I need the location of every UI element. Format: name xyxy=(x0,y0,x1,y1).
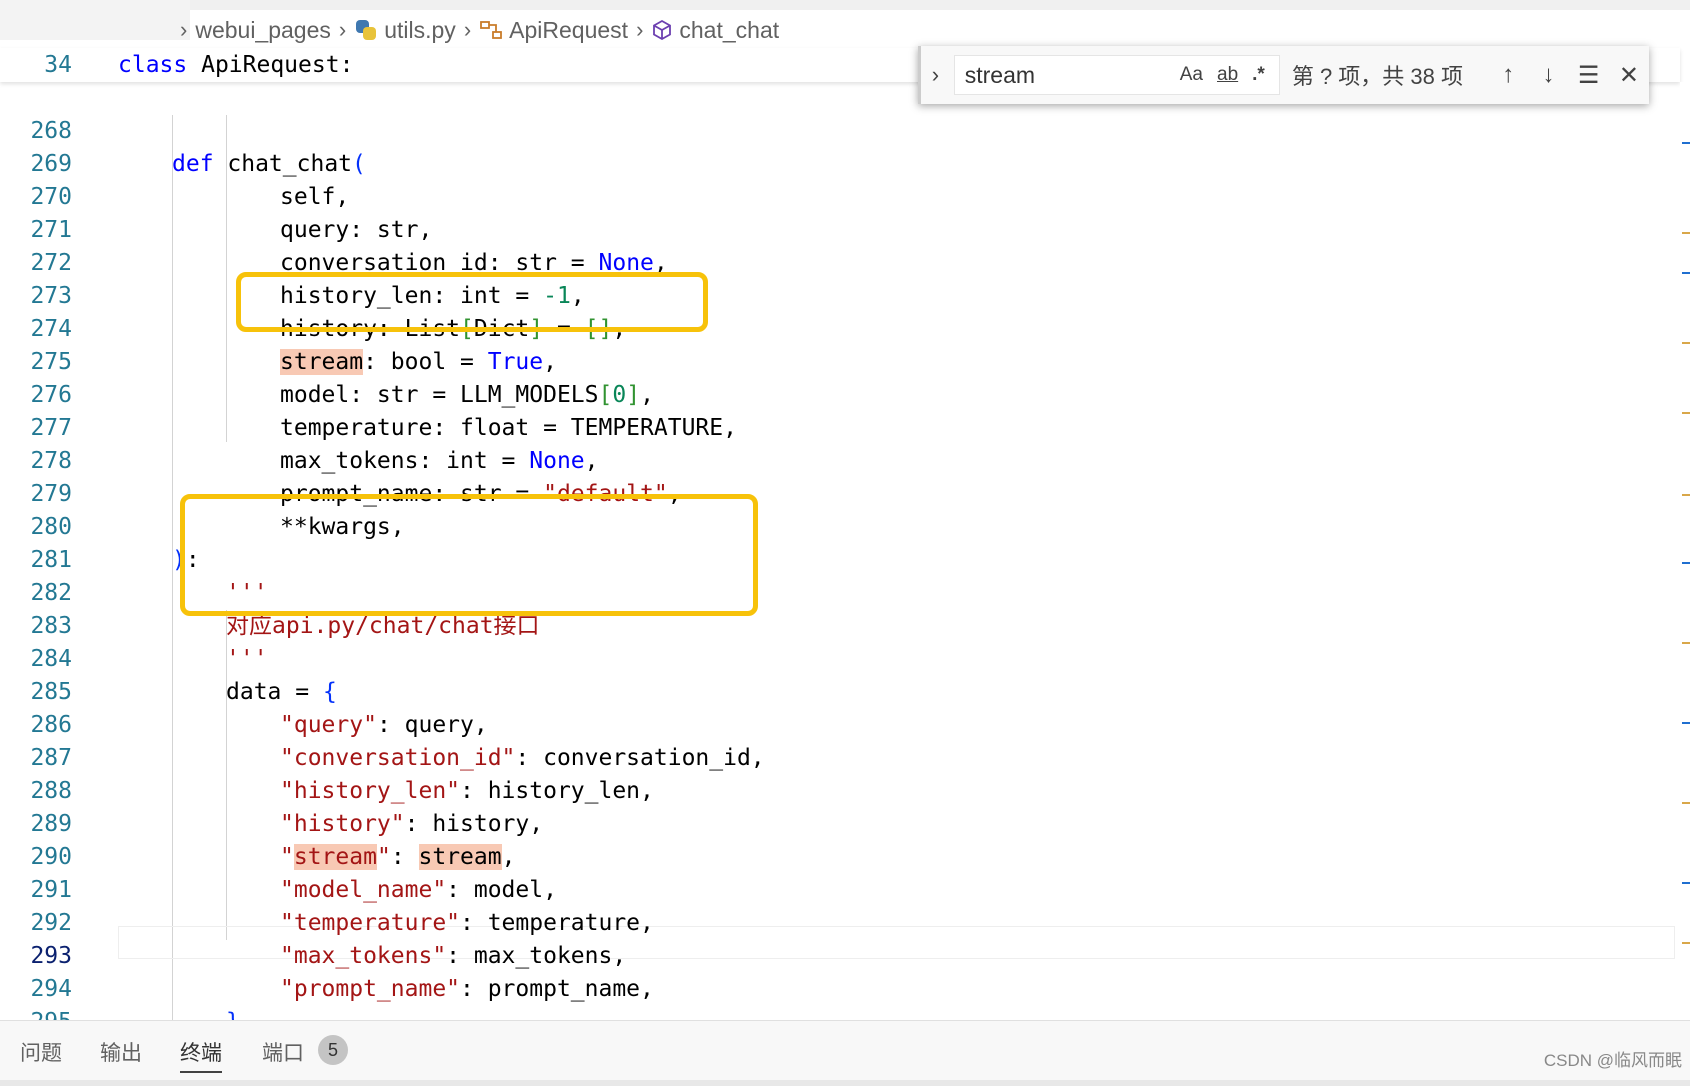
breadcrumb-class[interactable]: ApiRequest xyxy=(479,17,628,44)
code-line[interactable]: 278 prompt_name: str = "default", xyxy=(0,412,1680,507)
breadcrumb-folder-label: webui_pages xyxy=(195,16,331,43)
tab-terminal[interactable]: 终端 xyxy=(180,1037,222,1073)
previous-match-arrow-up-icon[interactable]: ↑ xyxy=(1488,61,1528,89)
tab-problems[interactable]: 问题 xyxy=(20,1037,62,1067)
sticky-code: class ApiRequest: xyxy=(118,48,353,82)
annotation-box-docstring xyxy=(180,494,758,616)
line-number: 34 xyxy=(44,52,72,78)
class-icon xyxy=(480,21,503,39)
code-line[interactable]: 276 temperature: float = TEMPERATURE, xyxy=(0,346,1680,441)
breadcrumb-file[interactable]: utils.py xyxy=(354,17,456,44)
brace: } xyxy=(226,1006,240,1020)
code-line[interactable]: 295 xyxy=(0,973,1680,1020)
find-widget: › stream Aa ab .* 第 ? 项，共 38 项 ↑ ↓ ☰ ✕ xyxy=(918,46,1649,104)
breadcrumb-method[interactable]: chat_chat xyxy=(651,17,779,44)
code-line[interactable]: 287 "history_len": history_len, xyxy=(0,709,1680,804)
chevron-right-icon: › xyxy=(338,17,347,42)
find-in-selection-lines-icon[interactable]: ☰ xyxy=(1569,61,1609,90)
code-line[interactable]: 285 "query": query, xyxy=(0,643,1680,738)
chevron-right-icon: › xyxy=(463,17,472,42)
tab-output[interactable]: 输出 xyxy=(100,1037,142,1067)
tab-ports[interactable]: 端口 xyxy=(262,1037,304,1067)
close-icon[interactable]: ✕ xyxy=(1609,61,1649,90)
code-line[interactable]: 291 "temperature": temperature, xyxy=(0,841,1680,936)
find-input-value: stream xyxy=(964,61,1036,88)
breadcrumb-file-label: utils.py xyxy=(384,16,456,43)
code-line[interactable]: 286 "conversation_id": conversation_id, xyxy=(0,676,1680,771)
ruler-mark xyxy=(1682,272,1690,274)
ports-count-badge: 5 xyxy=(318,1035,348,1065)
breadcrumb-method-label: chat_chat xyxy=(679,16,780,43)
toggle-replace-chevron-icon[interactable]: › xyxy=(921,62,950,88)
code-line-current[interactable]: 293 "prompt_name": prompt_name, xyxy=(0,907,1680,1002)
code-line[interactable]: 269 self, xyxy=(0,115,1680,210)
code-editor[interactable]: 268 def chat_chat( 269 self, 270 query: … xyxy=(0,82,1680,1020)
ruler-mark xyxy=(1682,142,1690,144)
code-line[interactable]: 289 "stream": stream, xyxy=(0,775,1680,870)
next-match-arrow-down-icon[interactable]: ↓ xyxy=(1528,61,1568,89)
ruler-mark xyxy=(1682,802,1690,804)
code-line[interactable]: 271 conversation_id: str = None, xyxy=(0,181,1680,276)
ruler-mark xyxy=(1682,722,1690,724)
breadcrumb-folder[interactable]: webui_pages xyxy=(195,17,331,44)
bottom-strip xyxy=(0,1080,1690,1086)
panel-tab-bar: 问题 输出 终端 端口 5 CSDN @临风而眠 xyxy=(0,1020,1690,1081)
keyword-class: class xyxy=(118,52,188,78)
ruler-mark xyxy=(1682,342,1690,344)
ruler-mark xyxy=(1682,882,1690,884)
code-line[interactable]: 272 history_len: int = -1, xyxy=(0,214,1680,309)
ruler-mark xyxy=(1682,232,1690,234)
ruler-mark xyxy=(1682,942,1690,944)
code-line[interactable]: 290 "model_name": model, xyxy=(0,808,1680,903)
ruler-mark xyxy=(1682,494,1690,496)
match-case-button[interactable]: Aa xyxy=(1180,64,1203,86)
ruler-mark xyxy=(1682,642,1690,644)
ruler-mark xyxy=(1682,412,1690,414)
overview-ruler[interactable] xyxy=(1680,82,1690,1020)
code-line[interactable]: 294 } xyxy=(0,940,1680,1020)
line-number: 295 xyxy=(0,1006,72,1020)
code-line[interactable]: 277 max_tokens: int = None, xyxy=(0,379,1680,474)
code-line[interactable]: 288 "history": history, xyxy=(0,742,1680,837)
chevron-right-icon: › xyxy=(636,17,644,42)
blurred-region xyxy=(0,0,190,40)
match-whole-word-button[interactable]: ab xyxy=(1217,64,1238,86)
class-name: ApiRequest: xyxy=(187,52,354,78)
match-count: 第 ? 项，共 38 项 xyxy=(1291,64,1463,89)
chevron-right-icon: › xyxy=(180,17,188,42)
find-input[interactable]: stream Aa ab .* xyxy=(953,55,1280,95)
use-regex-button[interactable]: .* xyxy=(1252,64,1265,86)
ruler-mark xyxy=(1682,562,1690,564)
annotation-box-stream-param xyxy=(236,272,708,332)
breadcrumb-class-label: ApiRequest xyxy=(509,16,629,43)
window-top-strip xyxy=(0,0,1690,10)
watermark: CSDN @临风而眠 xyxy=(1543,1051,1682,1070)
code-line[interactable]: 279 **kwargs, xyxy=(0,445,1680,540)
method-cube-icon xyxy=(653,19,672,41)
breadcrumb: › webui_pages › utils.py › ApiRequest › … xyxy=(180,12,779,48)
python-icon xyxy=(354,18,378,42)
code-line[interactable]: 292 "max_tokens": max_tokens, xyxy=(0,874,1680,969)
code-line[interactable]: 270 query: str, xyxy=(0,148,1680,243)
